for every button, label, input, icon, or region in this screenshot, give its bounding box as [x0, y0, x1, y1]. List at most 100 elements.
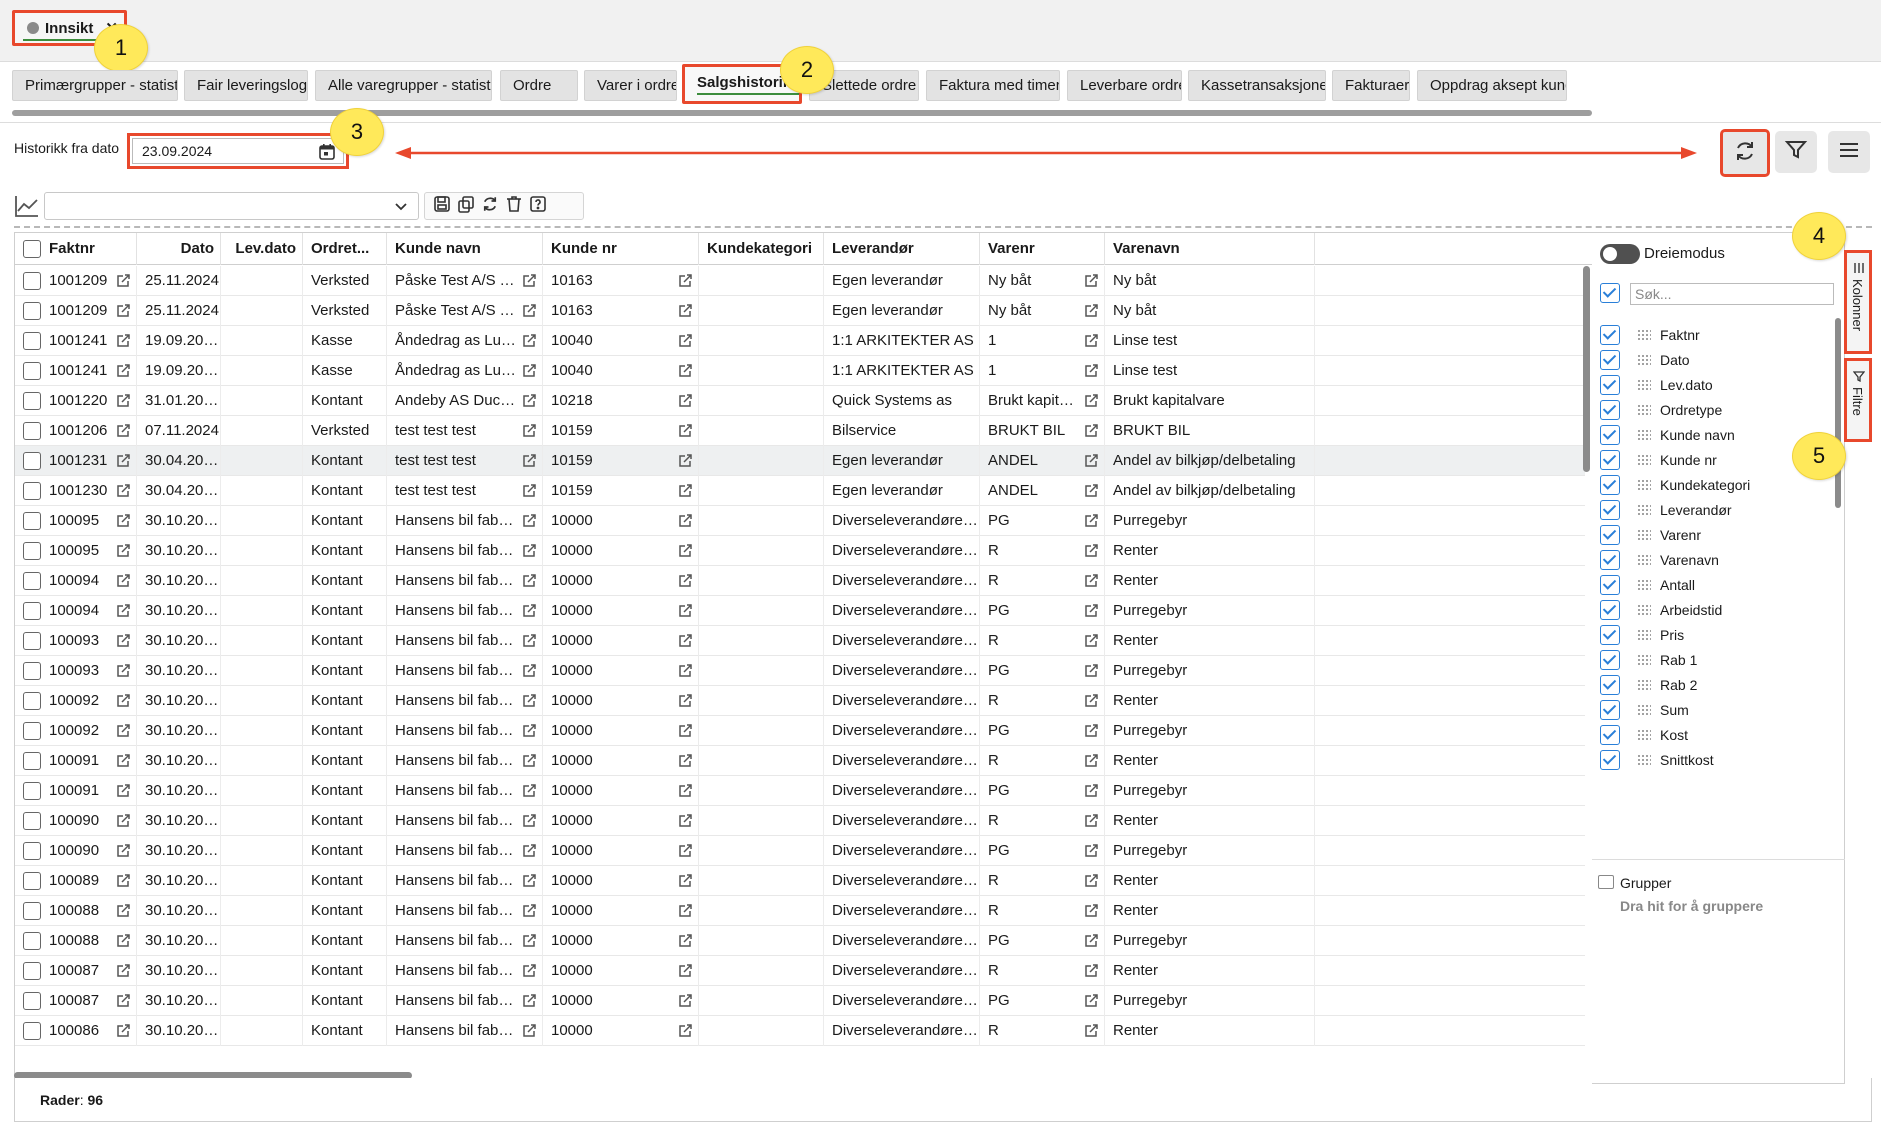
open-link-icon[interactable]: [677, 633, 693, 649]
table-row[interactable]: 100093 30.10.2024 Kontant Hansens bil fabri…: [15, 626, 1585, 656]
open-link-icon[interactable]: [115, 963, 131, 979]
row-checkbox[interactable]: [23, 722, 41, 740]
column-visible-checkbox[interactable]: [1600, 500, 1620, 520]
table-row[interactable]: 1001241 19.09.2025 Kasse Åndedrag as Lunge.…: [15, 326, 1585, 356]
help-icon[interactable]: [529, 195, 547, 217]
open-link-icon[interactable]: [1083, 963, 1099, 979]
open-link-icon[interactable]: [521, 783, 537, 799]
open-link-icon[interactable]: [521, 873, 537, 889]
open-link-icon[interactable]: [115, 483, 131, 499]
open-link-icon[interactable]: [521, 333, 537, 349]
open-link-icon[interactable]: [1083, 873, 1099, 889]
refresh-button[interactable]: [1720, 129, 1770, 177]
table-row[interactable]: 100087 30.10.2024 Kontant Hansens bil fabri…: [15, 956, 1585, 986]
col-header-varenavn[interactable]: Varenavn: [1105, 233, 1315, 265]
open-link-icon[interactable]: [1083, 453, 1099, 469]
history-date-input[interactable]: 23.09.2024: [127, 133, 349, 169]
chart-icon[interactable]: [14, 194, 40, 222]
tab-faktura-med-timer[interactable]: Faktura med timer: [926, 70, 1060, 101]
view-select[interactable]: [44, 192, 419, 220]
open-link-icon[interactable]: [677, 963, 693, 979]
column-visible-checkbox[interactable]: [1600, 325, 1620, 345]
open-link-icon[interactable]: [521, 303, 537, 319]
open-link-icon[interactable]: [115, 543, 131, 559]
open-link-icon[interactable]: [1083, 423, 1099, 439]
open-link-icon[interactable]: [1083, 513, 1099, 529]
row-checkbox[interactable]: [23, 452, 41, 470]
open-link-icon[interactable]: [677, 663, 693, 679]
column-visible-checkbox[interactable]: [1600, 375, 1620, 395]
open-link-icon[interactable]: [677, 723, 693, 739]
drag-handle-icon[interactable]: [1637, 404, 1651, 416]
open-link-icon[interactable]: [115, 573, 131, 589]
open-link-icon[interactable]: [115, 933, 131, 949]
table-row[interactable]: 100088 30.10.2024 Kontant Hansens bil fabri…: [15, 896, 1585, 926]
column-visible-checkbox[interactable]: [1600, 575, 1620, 595]
open-link-icon[interactable]: [115, 333, 131, 349]
drag-handle-icon[interactable]: [1637, 479, 1651, 491]
open-link-icon[interactable]: [521, 483, 537, 499]
open-link-icon[interactable]: [677, 573, 693, 589]
open-link-icon[interactable]: [677, 933, 693, 949]
open-link-icon[interactable]: [1083, 693, 1099, 709]
row-checkbox[interactable]: [23, 572, 41, 590]
open-link-icon[interactable]: [1083, 723, 1099, 739]
open-link-icon[interactable]: [115, 513, 131, 529]
open-link-icon[interactable]: [521, 543, 537, 559]
open-link-icon[interactable]: [521, 933, 537, 949]
open-link-icon[interactable]: [521, 603, 537, 619]
open-link-icon[interactable]: [521, 363, 537, 379]
tab-oppdrag-aksept-kunde[interactable]: Oppdrag aksept kunde: [1417, 70, 1567, 101]
open-link-icon[interactable]: [115, 753, 131, 769]
open-link-icon[interactable]: [115, 453, 131, 469]
col-header-leverandor[interactable]: Leverandør: [824, 233, 980, 265]
open-link-icon[interactable]: [521, 993, 537, 1009]
column-visible-checkbox[interactable]: [1600, 625, 1620, 645]
open-link-icon[interactable]: [677, 993, 693, 1009]
tab-primaergrupper[interactable]: Primærgrupper - statistikk: [12, 70, 178, 101]
table-row[interactable]: 100090 30.10.2024 Kontant Hansens bil fabri…: [15, 806, 1585, 836]
open-link-icon[interactable]: [677, 513, 693, 529]
open-link-icon[interactable]: [1083, 1023, 1099, 1039]
side-tab-filtre[interactable]: Filtre: [1844, 358, 1872, 442]
table-row[interactable]: 1001231 30.04.2025 Kontant test test test 10…: [15, 446, 1585, 476]
row-checkbox[interactable]: [23, 482, 41, 500]
col-header-lev-dato[interactable]: Lev.dato: [221, 233, 303, 265]
open-link-icon[interactable]: [521, 813, 537, 829]
table-row[interactable]: 100095 30.10.2024 Kontant Hansens bil fabri…: [15, 506, 1585, 536]
row-checkbox[interactable]: [23, 392, 41, 410]
groups-drop-hint[interactable]: Dra hit for å gruppere: [1620, 898, 1763, 914]
open-link-icon[interactable]: [521, 753, 537, 769]
tab-kassetransaksjoner[interactable]: Kassetransaksjoner: [1188, 70, 1326, 101]
open-link-icon[interactable]: [521, 393, 537, 409]
grid-vertical-scrollbar[interactable]: [1583, 266, 1590, 472]
table-row[interactable]: 100092 30.10.2024 Kontant Hansens bil fabri…: [15, 686, 1585, 716]
open-link-icon[interactable]: [677, 423, 693, 439]
open-link-icon[interactable]: [521, 573, 537, 589]
row-checkbox[interactable]: [23, 962, 41, 980]
open-link-icon[interactable]: [1083, 993, 1099, 1009]
row-checkbox[interactable]: [23, 662, 41, 680]
col-header-kundekategori[interactable]: Kundekategori: [699, 233, 824, 265]
open-link-icon[interactable]: [677, 873, 693, 889]
table-row[interactable]: 1001206 07.11.2024 Verksted test test test 1…: [15, 416, 1585, 446]
open-link-icon[interactable]: [677, 753, 693, 769]
tab-bar-scrollbar[interactable]: [12, 110, 1592, 116]
table-row[interactable]: 1001209 25.11.2024 Verksted Påske Test A/S …: [15, 296, 1585, 326]
table-row[interactable]: 100090 30.10.2024 Kontant Hansens bil fabri…: [15, 836, 1585, 866]
row-checkbox[interactable]: [23, 842, 41, 860]
col-header-ordretype[interactable]: Ordret...: [303, 233, 387, 265]
calendar-icon[interactable]: [318, 143, 336, 164]
tab-ordre[interactable]: Ordre: [500, 70, 578, 101]
open-link-icon[interactable]: [1083, 633, 1099, 649]
drag-handle-icon[interactable]: [1637, 554, 1651, 566]
open-link-icon[interactable]: [115, 303, 131, 319]
menu-button[interactable]: [1828, 131, 1870, 173]
column-visible-checkbox[interactable]: [1600, 525, 1620, 545]
drag-handle-icon[interactable]: [1637, 754, 1651, 766]
open-link-icon[interactable]: [115, 993, 131, 1009]
open-link-icon[interactable]: [1083, 333, 1099, 349]
open-link-icon[interactable]: [1083, 273, 1099, 289]
open-link-icon[interactable]: [1083, 363, 1099, 379]
row-checkbox[interactable]: [23, 692, 41, 710]
